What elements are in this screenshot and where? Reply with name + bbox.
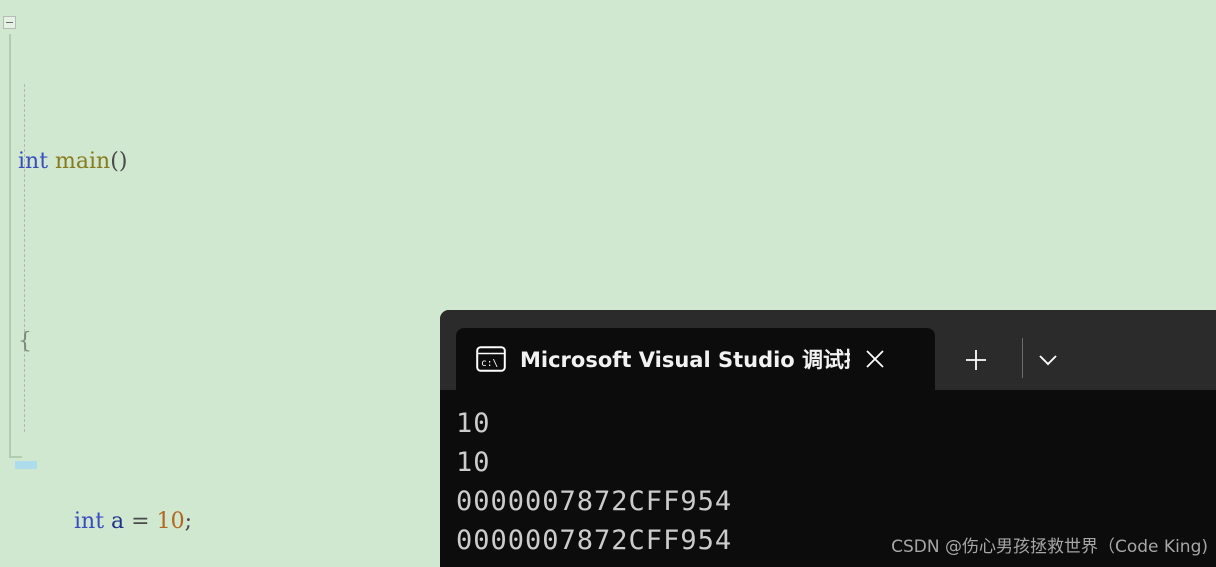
console-output[interactable]: 10 10 0000007872CFF954 0000007872CFF954 … <box>440 390 1216 567</box>
chevron-down-icon[interactable] <box>1018 340 1078 380</box>
token-keyword-int: int <box>18 149 49 174</box>
svg-text:c:\: c:\ <box>481 358 498 369</box>
token-variable-a: a <box>111 509 125 534</box>
token-open-brace: { <box>18 329 32 354</box>
token-function-main: main <box>55 149 111 174</box>
token-keyword-int: int <box>74 509 105 534</box>
console-window[interactable]: c:\ Microsoft Visual Studio 调试控 10 10 00… <box>440 310 1216 567</box>
screenshot-root: int main() { int a = 10; int& b = a;//b是… <box>0 0 1216 567</box>
console-output-line: 0000007872CFF954 <box>456 486 733 517</box>
watermark: CSDN @伤心男孩拯救世界（Code King) <box>891 537 1208 557</box>
code-line-1[interactable]: int main() <box>0 144 1216 180</box>
error-squiggle-icon <box>59 173 111 178</box>
token-number-10: 10 <box>156 509 185 534</box>
token-assign: = <box>131 509 150 534</box>
cmd-prompt-icon: c:\ <box>476 346 506 372</box>
token-semicolon: ; <box>184 509 193 534</box>
console-output-line: 10 <box>456 447 491 478</box>
console-tab[interactable]: c:\ Microsoft Visual Studio 调试控 <box>456 328 935 390</box>
console-output-line: 10 <box>456 408 491 439</box>
token-parens: () <box>110 149 128 174</box>
console-tab-title: Microsoft Visual Studio 调试控 <box>520 348 850 372</box>
close-icon[interactable] <box>850 347 900 371</box>
new-tab-button[interactable] <box>956 340 996 380</box>
console-titlebar[interactable]: c:\ Microsoft Visual Studio 调试控 <box>440 310 1216 390</box>
